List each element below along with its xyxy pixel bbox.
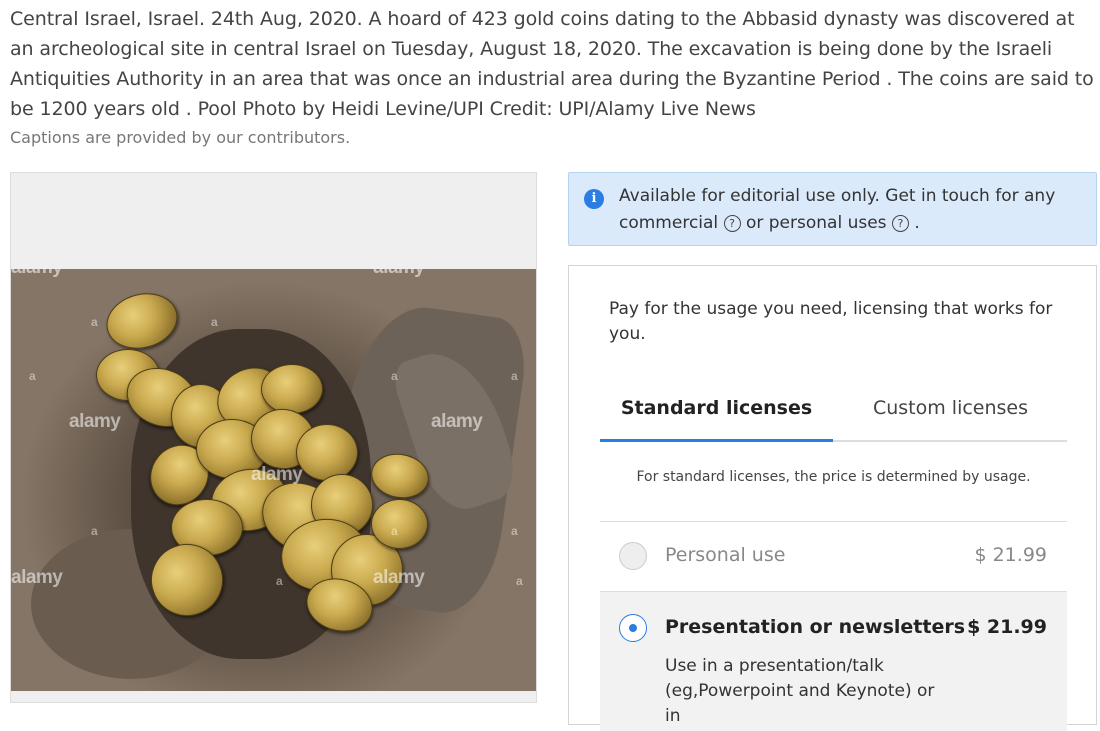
- option-price: $ 21.99: [974, 544, 1047, 566]
- watermark-mark: a: [391, 369, 398, 383]
- option-description: Use in a presentation/talk (eg,Powerpoin…: [665, 656, 935, 726]
- standard-license-note: For standard licenses, the price is dete…: [636, 469, 1031, 485]
- image-preview[interactable]: alamy alamy alamy alamy alamy alamy alam…: [10, 172, 537, 703]
- tab-standard-licenses[interactable]: Standard licenses: [600, 386, 833, 442]
- watermark: alamy: [11, 567, 63, 588]
- watermark: alamy: [373, 567, 425, 588]
- watermark-mark: a: [511, 369, 518, 383]
- editorial-notice: i Available for editorial use only. Get …: [568, 172, 1097, 246]
- caption-disclaimer: Captions are provided by our contributor…: [10, 128, 351, 147]
- watermark-mark: a: [516, 574, 523, 588]
- notice-end: .: [914, 213, 920, 233]
- info-icon: i: [584, 189, 604, 209]
- watermark-mark: a: [391, 524, 398, 538]
- watermark-mark: a: [91, 315, 98, 329]
- commercial-help-icon[interactable]: ?: [723, 215, 741, 232]
- image-caption: Central Israel, Israel. 24th Aug, 2020. …: [10, 8, 1094, 120]
- watermark-mark: a: [91, 524, 98, 538]
- watermark: alamy: [251, 464, 303, 485]
- watermark: alamy: [69, 411, 121, 432]
- license-panel: Pay for the usage you need, licensing th…: [568, 265, 1097, 731]
- license-option-personal[interactable]: Personal use $ 21.99: [600, 521, 1067, 591]
- personal-help-icon[interactable]: ?: [891, 215, 909, 232]
- watermark: alamy: [431, 411, 483, 432]
- radio-personal-use[interactable]: [619, 542, 647, 570]
- tab-custom-licenses[interactable]: Custom licenses: [834, 386, 1067, 440]
- watermark: alamy: [373, 269, 425, 279]
- watermark-mark: a: [511, 524, 518, 538]
- option-label: Personal use: [665, 544, 786, 566]
- watermark: alamy: [11, 269, 63, 279]
- license-intro: Pay for the usage you need, licensing th…: [609, 299, 1053, 344]
- notice-text: Available for editorial use only. Get in…: [619, 183, 1079, 237]
- option-price: $ 21.99: [967, 616, 1047, 638]
- notice-text-before: Available for editorial use only. Get in…: [619, 186, 1056, 206]
- license-tabs: Standard licenses Custom licenses: [600, 386, 1067, 442]
- watermark-mark: a: [29, 369, 36, 383]
- option-label: Presentation or newsletters: [665, 616, 966, 638]
- watermark-mark: a: [211, 315, 218, 329]
- radio-presentation[interactable]: [619, 614, 647, 642]
- license-option-presentation[interactable]: Presentation or newsletters $ 21.99 Use …: [600, 591, 1067, 731]
- notice-personal-label: or personal uses: [745, 213, 887, 233]
- photo-gold-coins[interactable]: alamy alamy alamy alamy alamy alamy alam…: [11, 269, 536, 691]
- watermark-mark: a: [276, 574, 283, 588]
- notice-commercial-label: commercial: [619, 213, 719, 233]
